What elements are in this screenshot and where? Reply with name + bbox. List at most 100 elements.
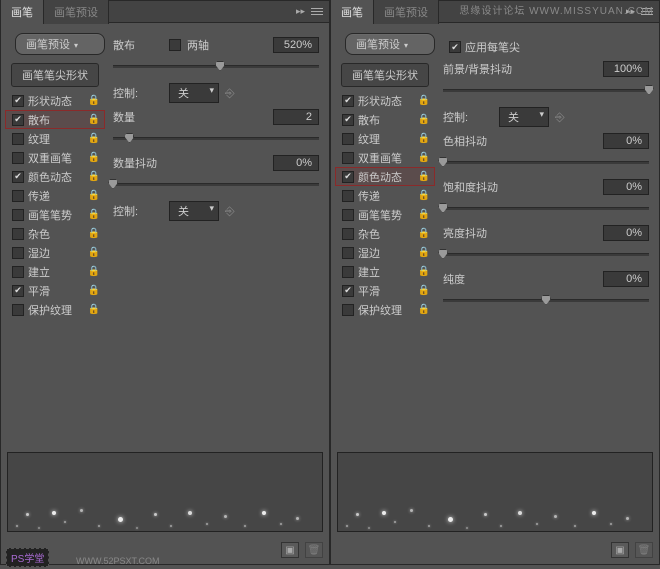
lock-icon[interactable]: 🔒 <box>418 114 434 125</box>
opt-texture[interactable]: 纹理🔒 <box>5 129 105 148</box>
both-axes-checkbox[interactable] <box>169 39 181 51</box>
lock-icon[interactable]: 🔒 <box>418 95 434 106</box>
lock-icon[interactable]: 🔒 <box>418 190 434 201</box>
panel-menu-icon[interactable] <box>309 4 325 18</box>
checkbox-icon[interactable] <box>342 133 354 145</box>
opt-wet-edges[interactable]: 湿边🔒 <box>5 243 105 262</box>
checkbox-icon[interactable] <box>342 209 354 221</box>
tab-preset[interactable]: 画笔预设 <box>44 0 109 24</box>
checkbox-icon[interactable]: ✔ <box>342 114 354 126</box>
opt-dual-brush[interactable]: 双重画笔🔒 <box>335 148 435 167</box>
apply-per-tip-checkbox[interactable]: ✔ <box>449 41 461 53</box>
lock-icon[interactable]: 🔒 <box>88 285 104 296</box>
opt-shape-dynamics[interactable]: ✔形状动态🔒 <box>335 91 435 110</box>
checkbox-icon[interactable] <box>342 304 354 316</box>
fgbg-jitter-slider[interactable] <box>443 83 649 97</box>
opt-buildup[interactable]: 建立🔒 <box>5 262 105 281</box>
tab-brush[interactable]: 画笔 <box>331 0 374 24</box>
opt-buildup[interactable]: 建立🔒 <box>335 262 435 281</box>
control-select[interactable]: 关 <box>169 83 219 103</box>
sat-jitter-slider[interactable] <box>443 201 649 215</box>
lock-icon[interactable]: 🔒 <box>88 247 104 258</box>
lock-icon[interactable]: 🔒 <box>88 190 104 201</box>
opt-smoothing[interactable]: ✔平滑🔒 <box>5 281 105 300</box>
scatter-slider[interactable] <box>113 59 319 73</box>
tip-shape-button[interactable]: 画笔笔尖形状 <box>341 63 429 87</box>
tip-shape-button[interactable]: 画笔笔尖形状 <box>11 63 99 87</box>
tab-brush[interactable]: 画笔 <box>1 0 44 24</box>
opt-brush-pose[interactable]: 画笔笔势🔒 <box>5 205 105 224</box>
checkbox-icon[interactable] <box>12 304 24 316</box>
checkbox-icon[interactable] <box>342 266 354 278</box>
checkbox-icon[interactable]: ✔ <box>342 95 354 107</box>
link-icon[interactable]: ⎆ <box>225 204 235 219</box>
hue-jitter-slider[interactable] <box>443 155 649 169</box>
purity-value[interactable]: 0% <box>603 271 649 287</box>
count-slider[interactable] <box>113 131 319 145</box>
tab-preset[interactable]: 画笔预设 <box>374 0 439 24</box>
count-value[interactable]: 2 <box>273 109 319 125</box>
lock-icon[interactable]: 🔒 <box>88 114 104 125</box>
bright-jitter-slider[interactable] <box>443 247 649 261</box>
opt-brush-pose[interactable]: 画笔笔势🔒 <box>335 205 435 224</box>
lock-icon[interactable]: 🔒 <box>418 304 434 315</box>
opt-color-dynamics[interactable]: ✔颜色动态🔒 <box>335 167 435 186</box>
lock-icon[interactable]: 🔒 <box>88 171 104 182</box>
new-preset-icon[interactable]: ▣ <box>281 542 299 558</box>
count-jitter-slider[interactable] <box>113 177 319 191</box>
link-icon[interactable]: ⎆ <box>555 110 565 125</box>
lock-icon[interactable]: 🔒 <box>418 209 434 220</box>
checkbox-icon[interactable] <box>12 266 24 278</box>
lock-icon[interactable]: 🔒 <box>418 171 434 182</box>
opt-texture[interactable]: 纹理🔒 <box>335 129 435 148</box>
lock-icon[interactable]: 🔒 <box>418 228 434 239</box>
lock-icon[interactable]: 🔒 <box>418 247 434 258</box>
brush-preset-button[interactable]: 画笔预设▾ <box>15 33 105 55</box>
checkbox-icon[interactable]: ✔ <box>12 95 24 107</box>
lock-icon[interactable]: 🔒 <box>88 152 104 163</box>
opt-color-dynamics[interactable]: ✔颜色动态🔒 <box>5 167 105 186</box>
lock-icon[interactable]: 🔒 <box>418 285 434 296</box>
opt-transfer[interactable]: 传递🔒 <box>335 186 435 205</box>
checkbox-icon[interactable] <box>12 133 24 145</box>
opt-shape-dynamics[interactable]: ✔形状动态🔒 <box>5 91 105 110</box>
opt-protect-texture[interactable]: 保护纹理🔒 <box>335 300 435 319</box>
checkbox-icon[interactable] <box>12 247 24 259</box>
fgbg-jitter-value[interactable]: 100% <box>603 61 649 77</box>
checkbox-icon[interactable] <box>342 247 354 259</box>
control-select-2[interactable]: 关 <box>169 201 219 221</box>
control-select[interactable]: 关 <box>499 107 549 127</box>
opt-protect-texture[interactable]: 保护纹理🔒 <box>5 300 105 319</box>
opt-noise[interactable]: 杂色🔒 <box>335 224 435 243</box>
sat-jitter-value[interactable]: 0% <box>603 179 649 195</box>
lock-icon[interactable]: 🔒 <box>418 266 434 277</box>
trash-icon[interactable]: 🗑 <box>305 542 323 558</box>
checkbox-icon[interactable] <box>12 228 24 240</box>
hue-jitter-value[interactable]: 0% <box>603 133 649 149</box>
checkbox-icon[interactable]: ✔ <box>342 285 354 297</box>
purity-slider[interactable] <box>443 293 649 307</box>
count-jitter-value[interactable]: 0% <box>273 155 319 171</box>
checkbox-icon[interactable] <box>342 228 354 240</box>
lock-icon[interactable]: 🔒 <box>88 209 104 220</box>
opt-noise[interactable]: 杂色🔒 <box>5 224 105 243</box>
opt-wet-edges[interactable]: 湿边🔒 <box>335 243 435 262</box>
lock-icon[interactable]: 🔒 <box>88 228 104 239</box>
opt-scatter[interactable]: ✔散布🔒 <box>5 110 105 129</box>
lock-icon[interactable]: 🔒 <box>88 266 104 277</box>
trash-icon[interactable]: 🗑 <box>635 542 653 558</box>
opt-smoothing[interactable]: ✔平滑🔒 <box>335 281 435 300</box>
checkbox-icon[interactable] <box>12 209 24 221</box>
checkbox-icon[interactable] <box>12 190 24 202</box>
opt-scatter[interactable]: ✔散布🔒 <box>335 110 435 129</box>
bright-jitter-value[interactable]: 0% <box>603 225 649 241</box>
collapse-icon[interactable]: ▸▸ <box>294 4 307 19</box>
new-preset-icon[interactable]: ▣ <box>611 542 629 558</box>
lock-icon[interactable]: 🔒 <box>88 95 104 106</box>
opt-transfer[interactable]: 传递🔒 <box>5 186 105 205</box>
link-icon[interactable]: ⎆ <box>225 86 235 101</box>
lock-icon[interactable]: 🔒 <box>88 133 104 144</box>
checkbox-icon[interactable] <box>342 190 354 202</box>
scatter-value[interactable]: 520% <box>273 37 319 53</box>
checkbox-icon[interactable]: ✔ <box>12 171 24 183</box>
